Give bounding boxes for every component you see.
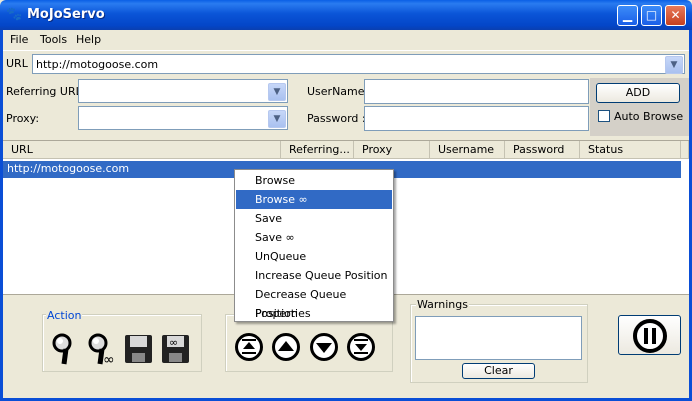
close-icon[interactable]: ✕	[665, 5, 686, 26]
column-header-url[interactable]: URL	[3, 141, 281, 159]
window-title: MoJoServo	[27, 7, 105, 22]
context-menu-properties[interactable]: Properties	[236, 304, 392, 323]
username-input[interactable]	[364, 79, 589, 104]
menu-tools[interactable]: Tools	[40, 33, 67, 46]
context-menu-save[interactable]: Save	[236, 209, 392, 228]
column-header-username[interactable]: Username	[430, 141, 505, 159]
chevron-down-icon[interactable]: ▼	[268, 83, 286, 101]
maximize-icon[interactable]: □	[641, 5, 662, 26]
svg-text:∞: ∞	[103, 352, 115, 366]
save-infinite-icon[interactable]: ∞	[161, 332, 191, 366]
context-menu-save-infinite[interactable]: Save ∞	[236, 228, 392, 247]
add-button[interactable]: ADD	[596, 83, 680, 103]
svg-text:∞: ∞	[169, 336, 178, 349]
url-combo[interactable]: http://motogoose.com ▼	[32, 54, 685, 74]
auto-browse-checkbox[interactable]	[598, 110, 610, 122]
chevron-down-icon[interactable]: ▼	[268, 110, 286, 128]
username-label: UserName :	[307, 85, 372, 98]
referring-url-combo[interactable]: ▼	[78, 79, 288, 103]
context-menu-browse-infinite[interactable]: Browse ∞	[236, 190, 392, 209]
menu-file[interactable]: File	[10, 33, 28, 46]
browse-infinite-icon[interactable]: ∞	[88, 332, 118, 368]
move-up-icon[interactable]	[272, 333, 300, 361]
save-icon[interactable]	[124, 332, 154, 366]
menu-help[interactable]: Help	[76, 33, 101, 46]
app-icon: 🐾	[6, 7, 23, 22]
url-label: URL :	[6, 57, 36, 70]
column-header-password[interactable]: Password	[505, 141, 580, 159]
clear-button[interactable]: Clear	[462, 363, 535, 379]
context-menu-unqueue[interactable]: UnQueue	[236, 247, 392, 266]
warnings-label: Warnings	[416, 298, 469, 311]
move-bottom-icon[interactable]	[347, 333, 375, 361]
column-header-filler	[681, 141, 689, 159]
table-cell-url: http://motogoose.com	[7, 162, 130, 175]
column-header-proxy[interactable]: Proxy	[354, 141, 430, 159]
chevron-down-icon[interactable]: ▼	[665, 56, 683, 74]
column-header-referring[interactable]: Referring...	[281, 141, 354, 159]
proxy-label: Proxy:	[6, 112, 40, 125]
url-input[interactable]: http://motogoose.com	[36, 58, 158, 71]
password-label: Password :	[307, 112, 366, 125]
context-menu-decrease-queue[interactable]: Decrease Queue Position	[236, 285, 392, 320]
context-menu-increase-queue[interactable]: Increase Queue Position	[236, 266, 392, 285]
password-input[interactable]	[364, 106, 589, 131]
menu-bar: File Tools Help	[3, 30, 689, 50]
browse-icon[interactable]	[50, 332, 80, 366]
pause-button[interactable]	[618, 315, 681, 355]
pause-icon	[632, 319, 667, 353]
proxy-combo[interactable]: ▼	[78, 106, 288, 130]
minimize-icon[interactable]: ▁	[617, 5, 638, 26]
action-group-label: Action	[46, 309, 83, 322]
context-menu-browse[interactable]: Browse	[236, 171, 392, 190]
auto-browse-label: Auto Browse	[614, 110, 684, 123]
column-header-status[interactable]: Status	[580, 141, 681, 159]
move-top-icon[interactable]	[235, 333, 263, 361]
move-down-icon[interactable]	[310, 333, 338, 361]
context-menu: Browse Browse ∞ Save Save ∞ UnQueue Incr…	[234, 169, 394, 322]
warnings-textarea[interactable]	[415, 316, 582, 360]
referring-url-label: Referring URL:	[6, 85, 86, 98]
